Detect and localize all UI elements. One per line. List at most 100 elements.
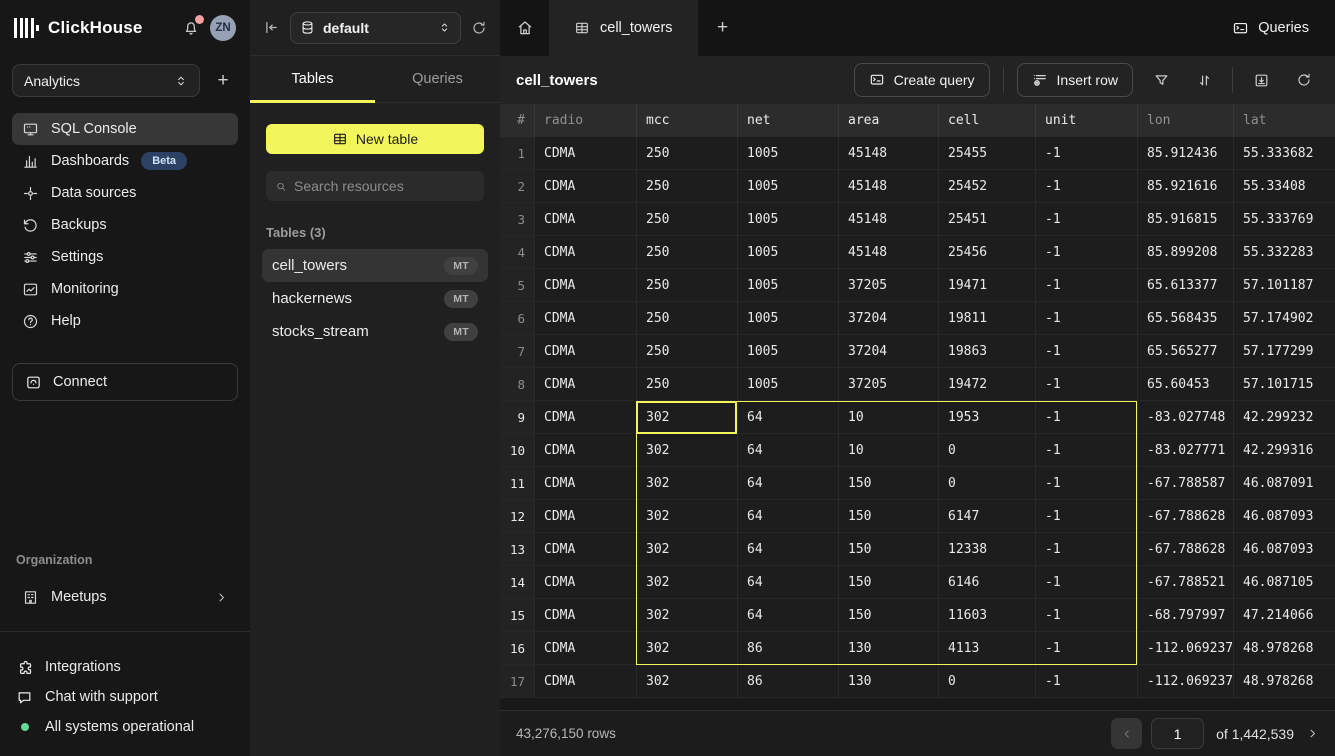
- table-cell[interactable]: 64: [737, 500, 838, 532]
- table-cell[interactable]: -1: [1035, 467, 1137, 499]
- sort-button[interactable]: [1189, 65, 1219, 95]
- table-cell[interactable]: 1005: [737, 137, 838, 169]
- table-cell[interactable]: 11603: [938, 599, 1035, 631]
- workspace-select[interactable]: Analytics: [12, 64, 200, 97]
- insert-row-button[interactable]: Insert row: [1017, 63, 1133, 97]
- table-cell[interactable]: -1: [1035, 665, 1137, 697]
- table-cell[interactable]: CDMA: [534, 269, 636, 301]
- table-cell[interactable]: 4113: [938, 632, 1035, 664]
- table-cell[interactable]: 57.174902: [1233, 302, 1320, 334]
- table-cell[interactable]: CDMA: [534, 467, 636, 499]
- system-status-link[interactable]: All systems operational: [0, 712, 250, 742]
- table-cell[interactable]: -67.788521: [1137, 566, 1233, 598]
- prev-page-button[interactable]: [1111, 718, 1142, 749]
- table-cell[interactable]: 86: [737, 665, 838, 697]
- table-cell[interactable]: -1: [1035, 533, 1137, 565]
- row-number[interactable]: 14: [500, 566, 534, 598]
- table-cell[interactable]: 65.60453: [1137, 368, 1233, 400]
- search-input[interactable]: [294, 178, 475, 194]
- table-cell[interactable]: CDMA: [534, 302, 636, 334]
- table-cell[interactable]: CDMA: [534, 170, 636, 202]
- table-cell[interactable]: 10: [838, 434, 938, 466]
- row-number[interactable]: 9: [500, 401, 534, 433]
- column-header-radio[interactable]: radio: [534, 104, 636, 137]
- create-query-button[interactable]: Create query: [854, 63, 990, 97]
- table-cell[interactable]: 302: [636, 467, 737, 499]
- table-cell[interactable]: 10: [838, 401, 938, 433]
- table-cell[interactable]: -1: [1035, 368, 1137, 400]
- sidebar-item-integrations[interactable]: Integrations: [0, 652, 250, 682]
- table-cell[interactable]: 65.565277: [1137, 335, 1233, 367]
- table-cell[interactable]: 250: [636, 335, 737, 367]
- row-number-header[interactable]: #: [500, 104, 534, 137]
- table-cell[interactable]: 37205: [838, 368, 938, 400]
- table-cell[interactable]: 302: [636, 401, 737, 433]
- table-cell[interactable]: 42.299232: [1233, 401, 1320, 433]
- table-cell[interactable]: 65.613377: [1137, 269, 1233, 301]
- table-cell[interactable]: 19472: [938, 368, 1035, 400]
- table-cell[interactable]: 46.087093: [1233, 533, 1320, 565]
- table-cell[interactable]: 85.916815: [1137, 203, 1233, 235]
- sidebar-item-meetups[interactable]: Meetups: [12, 581, 238, 613]
- table-cell[interactable]: 55.333682: [1233, 137, 1320, 169]
- table-cell[interactable]: 250: [636, 368, 737, 400]
- table-cell[interactable]: -1: [1035, 137, 1137, 169]
- table-cell[interactable]: -1: [1035, 500, 1137, 532]
- table-cell[interactable]: 86: [737, 632, 838, 664]
- table-cell[interactable]: -67.788628: [1137, 533, 1233, 565]
- table-cell[interactable]: 85.899208: [1137, 236, 1233, 268]
- table-cell[interactable]: CDMA: [534, 203, 636, 235]
- table-cell[interactable]: 302: [636, 566, 737, 598]
- collapse-panel-icon[interactable]: [263, 19, 280, 36]
- table-cell[interactable]: 130: [838, 632, 938, 664]
- table-cell[interactable]: 6146: [938, 566, 1035, 598]
- row-number[interactable]: 6: [500, 302, 534, 334]
- table-cell[interactable]: 250: [636, 170, 737, 202]
- table-cell[interactable]: 55.33408: [1233, 170, 1320, 202]
- table-cell[interactable]: -1: [1035, 302, 1137, 334]
- table-cell[interactable]: 150: [838, 599, 938, 631]
- table-cell[interactable]: 47.214066: [1233, 599, 1320, 631]
- table-cell[interactable]: 25452: [938, 170, 1035, 202]
- connect-button[interactable]: Connect: [12, 363, 238, 401]
- table-cell[interactable]: CDMA: [534, 566, 636, 598]
- table-cell[interactable]: 302: [636, 665, 737, 697]
- table-cell[interactable]: 150: [838, 533, 938, 565]
- row-number[interactable]: 3: [500, 203, 534, 235]
- table-cell[interactable]: CDMA: [534, 335, 636, 367]
- tab-queries[interactable]: Queries: [375, 56, 500, 102]
- table-cell[interactable]: CDMA: [534, 236, 636, 268]
- table-cell[interactable]: CDMA: [534, 137, 636, 169]
- home-button[interactable]: [500, 0, 549, 56]
- table-cell[interactable]: 57.177299: [1233, 335, 1320, 367]
- table-cell[interactable]: 150: [838, 467, 938, 499]
- table-cell[interactable]: -67.788587: [1137, 467, 1233, 499]
- sidebar-item-chat-support[interactable]: Chat with support: [0, 682, 250, 712]
- row-number[interactable]: 2: [500, 170, 534, 202]
- refresh-table-button[interactable]: [1289, 65, 1319, 95]
- table-cell[interactable]: 64: [737, 599, 838, 631]
- table-list-item-cell-towers[interactable]: cell_towers MT: [262, 249, 488, 282]
- table-cell[interactable]: 45148: [838, 203, 938, 235]
- table-cell[interactable]: 55.333769: [1233, 203, 1320, 235]
- table-cell[interactable]: -1: [1035, 269, 1137, 301]
- table-cell[interactable]: -1: [1035, 434, 1137, 466]
- table-cell[interactable]: 25456: [938, 236, 1035, 268]
- table-cell[interactable]: 250: [636, 269, 737, 301]
- table-cell[interactable]: 45148: [838, 137, 938, 169]
- table-cell[interactable]: -1: [1035, 236, 1137, 268]
- table-cell[interactable]: 65.568435: [1137, 302, 1233, 334]
- row-number[interactable]: 17: [500, 665, 534, 697]
- column-header-lat[interactable]: lat: [1233, 104, 1320, 137]
- row-number[interactable]: 13: [500, 533, 534, 565]
- table-cell[interactable]: 48.978268: [1233, 665, 1320, 697]
- table-cell[interactable]: -1: [1035, 632, 1137, 664]
- table-cell[interactable]: 250: [636, 236, 737, 268]
- table-cell[interactable]: 1005: [737, 269, 838, 301]
- table-cell[interactable]: 37204: [838, 302, 938, 334]
- table-cell[interactable]: CDMA: [534, 368, 636, 400]
- table-cell[interactable]: 6147: [938, 500, 1035, 532]
- table-cell[interactable]: 64: [737, 434, 838, 466]
- table-cell[interactable]: -83.027748: [1137, 401, 1233, 433]
- table-cell[interactable]: 1953: [938, 401, 1035, 433]
